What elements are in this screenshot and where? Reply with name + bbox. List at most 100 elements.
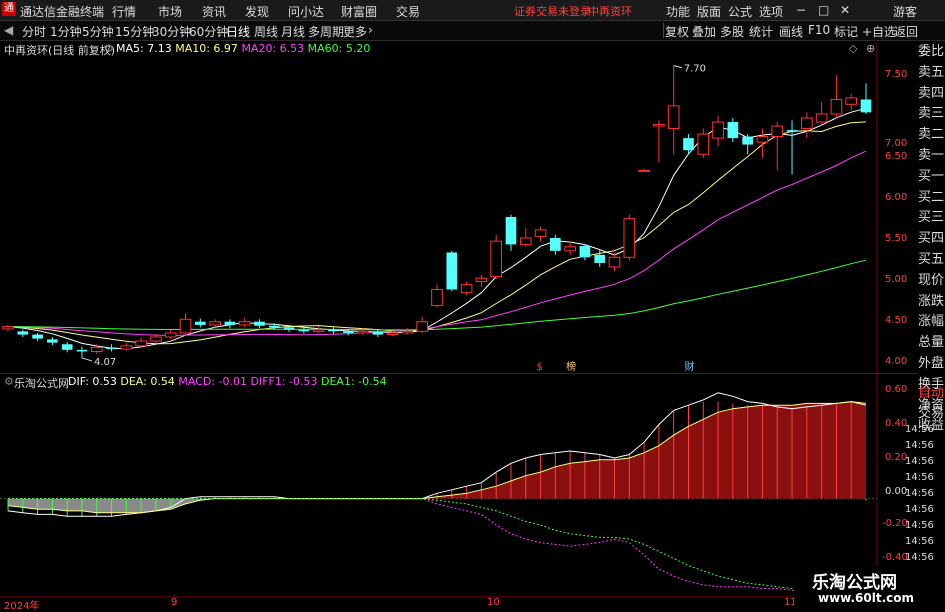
candle-body: [357, 330, 369, 334]
candle-body: [106, 347, 117, 350]
candle-body: [312, 329, 325, 332]
price-tick-750: 7.50: [885, 69, 908, 80]
candle-body: [564, 246, 576, 252]
candle-body: [771, 125, 784, 138]
candle-body: [328, 329, 339, 332]
candle-body: [61, 344, 73, 350]
price-tick-600: 6.00: [885, 192, 908, 203]
ma5-line: [7, 107, 867, 350]
candle-body: [756, 136, 769, 143]
low-marker-line: [81, 357, 93, 362]
candle-body: [268, 325, 280, 328]
ma10-line: [7, 121, 867, 345]
watermark: 乐淘公式网 www.60lt.com: [794, 566, 944, 609]
side-price[interactable]: 现价: [918, 271, 945, 292]
time-label-8: 14:56: [905, 536, 934, 547]
time-label-4: 14:56: [905, 472, 934, 483]
price-tick-650: 6.50: [885, 151, 908, 162]
candle-body: [372, 331, 384, 335]
candle-body: [550, 237, 561, 251]
candle-body: [17, 331, 29, 335]
settings-gear-icon[interactable]: ⚙: [104, 42, 114, 55]
candle-body: [519, 237, 532, 245]
kline-chart[interactable]: 7.70 4.07 $ 榜 财: [0, 0, 945, 609]
candle-body: [475, 277, 488, 282]
candle-body: [534, 229, 547, 237]
side-trade[interactable]: 交易: [918, 404, 945, 424]
quote-sidebar: 委比 卖五 卖四 卖三 卖二 卖一 买一 买二 买三 买四 买五 现价 涨跌 涨…: [918, 42, 945, 437]
panel-menu-icon[interactable]: ⊕: [866, 42, 875, 55]
indicator-title: 乐淘公式网: [14, 377, 69, 390]
price-tick-450: 4.50: [885, 315, 908, 326]
main-panel-title: 中再资环(日线 前复权): [4, 44, 116, 57]
candle-body: [830, 98, 843, 115]
side-buy4[interactable]: 买四: [918, 229, 945, 250]
date-label-2024: 2024年: [4, 601, 40, 612]
event-marker-cai: 财: [684, 360, 694, 373]
dea-label: DEA: 0.54: [120, 375, 175, 388]
ind-tick-040: 0.40: [885, 418, 908, 429]
side-change-pct[interactable]: 涨幅: [918, 312, 945, 333]
side-buy1[interactable]: 买一: [918, 167, 945, 188]
indicator-legend: DIF: 0.53 DEA: 0.54 MACD: -0.01 DIFF1: -…: [68, 375, 387, 388]
ind-tick-000: 0.00: [885, 486, 908, 497]
time-label-5: 14:56: [905, 488, 934, 499]
side-outer[interactable]: 外盘: [918, 354, 945, 375]
time-label-7: 14:56: [905, 520, 934, 531]
candle-body: [194, 321, 206, 325]
candle-body: [342, 331, 354, 333]
candle-body: [254, 321, 265, 326]
candle-body: [283, 327, 295, 330]
candle-body: [742, 136, 753, 145]
side-volume[interactable]: 总量: [918, 333, 945, 354]
candle-body: [786, 130, 798, 132]
candle-body: [32, 334, 43, 339]
ma20-line: [7, 150, 867, 337]
side-change[interactable]: 涨跌: [918, 292, 945, 313]
candle-body: [667, 105, 680, 129]
candle-body: [845, 97, 858, 105]
ma-legend: MA5: 7.13 MA10: 6.97 MA20: 6.53 MA60: 5.…: [116, 42, 370, 55]
candle-body: [490, 240, 502, 278]
dif-label: DIF: 0.53: [68, 375, 117, 388]
indicator-settings-icon[interactable]: ⚙: [4, 375, 14, 388]
ind-tick-neg020: -0.20: [882, 518, 908, 529]
diamond-icon[interactable]: ◇: [849, 42, 857, 55]
side-auto[interactable]: 自动: [918, 384, 945, 404]
panel-divider: [0, 373, 918, 374]
side-buy5[interactable]: 买五: [918, 250, 945, 271]
ind-tick-020: 0.20: [885, 452, 908, 463]
side-buy2[interactable]: 买二: [918, 188, 945, 209]
side-buy3[interactable]: 买三: [918, 208, 945, 229]
time-label-3: 14:56: [905, 456, 934, 467]
positive-area: [8, 401, 866, 499]
candle-body: [653, 123, 665, 127]
candle-body: [608, 256, 621, 268]
candle-body: [386, 332, 399, 336]
candle-body: [446, 252, 458, 290]
date-label-10: 10: [487, 597, 500, 608]
macd-label: MACD: -0.01: [178, 375, 247, 388]
side-sell1[interactable]: 卖一: [918, 146, 945, 167]
candle-body: [238, 321, 251, 326]
date-label-9: 9: [171, 597, 178, 608]
side-sell2[interactable]: 卖二: [918, 125, 945, 146]
candle-body: [683, 138, 694, 151]
candle-body: [2, 326, 14, 330]
candle-body: [727, 122, 739, 139]
candle-body: [505, 217, 517, 245]
side-sell5[interactable]: 卖五: [918, 63, 945, 84]
price-tick-400: 4.00: [885, 356, 908, 367]
candle-body: [712, 121, 724, 139]
ma20-label: MA20: 6.53: [241, 42, 305, 55]
time-label-6: 14:56: [905, 504, 934, 515]
candle-body: [209, 321, 221, 326]
ind-tick-060: 0.60: [885, 384, 908, 395]
candle-body: [120, 345, 133, 350]
side-sell3[interactable]: 卖三: [918, 104, 945, 125]
side-weibi[interactable]: 委比: [918, 42, 945, 63]
candle-body: [594, 254, 606, 263]
auto-trade-sidebar: 自动 交易: [918, 384, 945, 424]
side-sell4[interactable]: 卖四: [918, 84, 945, 105]
candle-body: [47, 339, 58, 343]
